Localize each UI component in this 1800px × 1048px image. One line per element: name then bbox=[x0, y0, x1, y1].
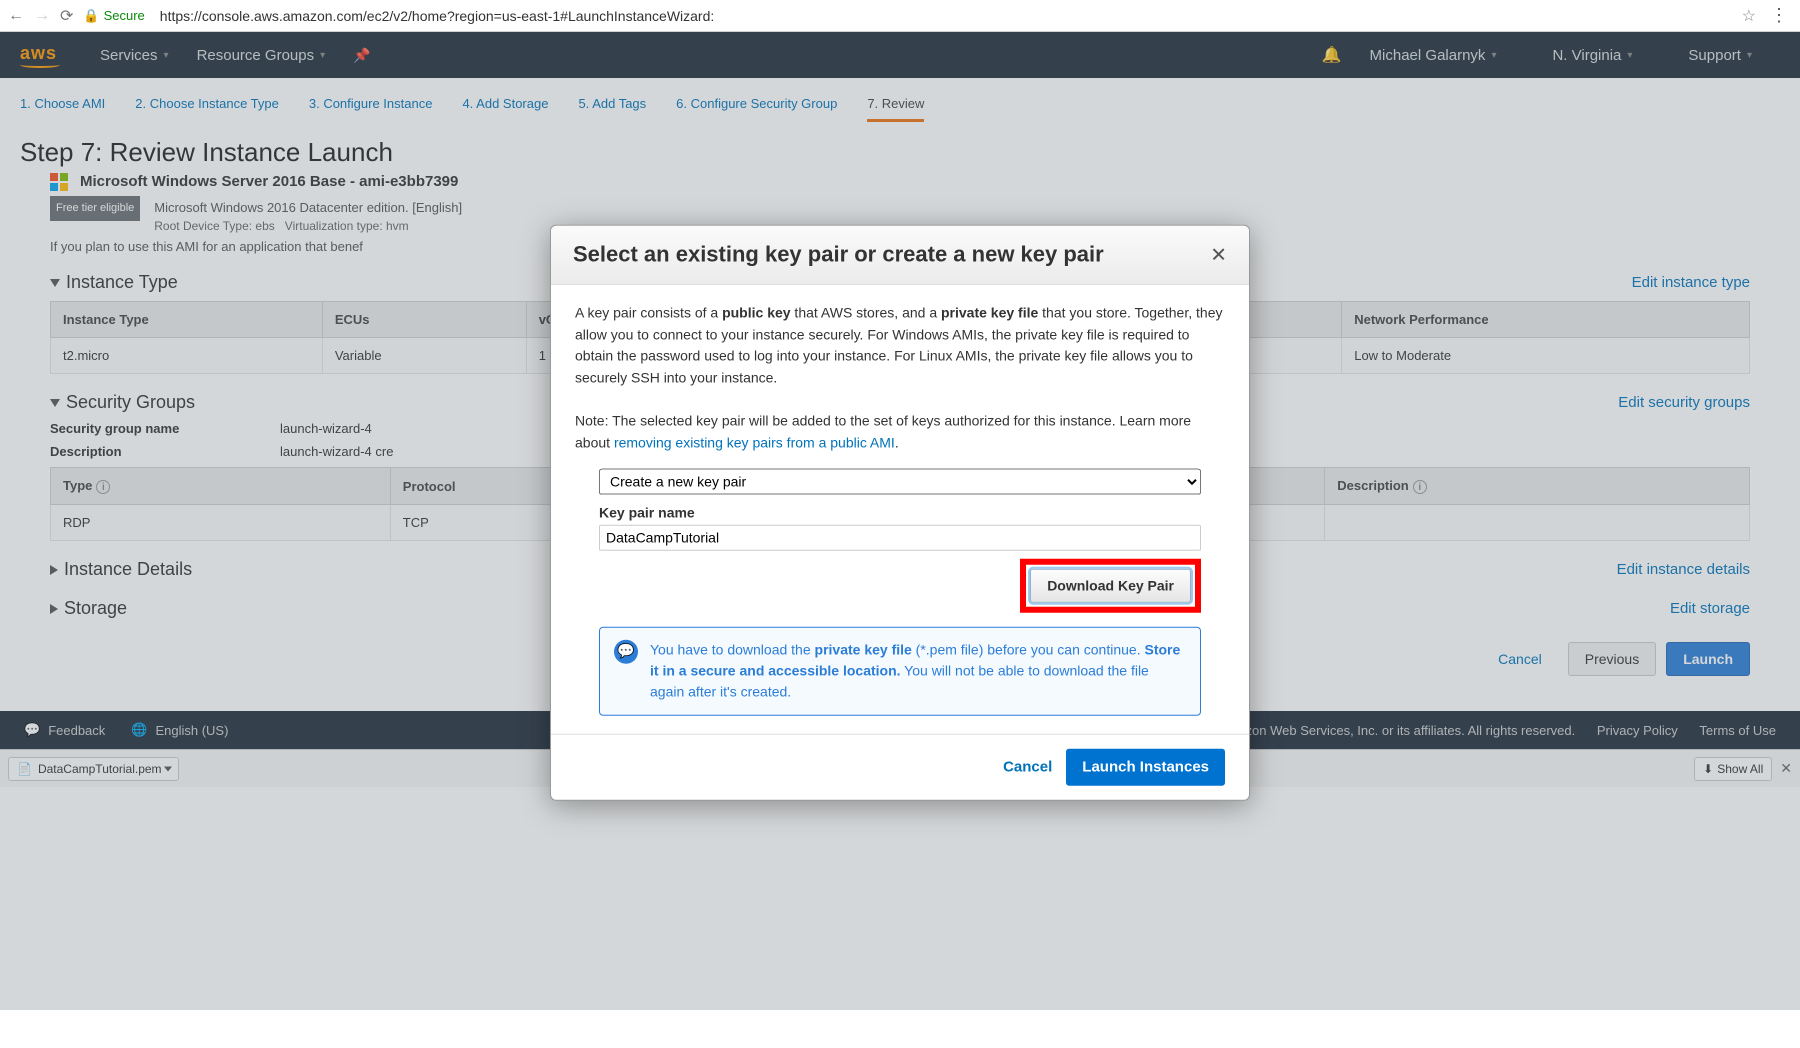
nav-services[interactable]: Services▾ bbox=[100, 47, 169, 64]
nav-resource-groups[interactable]: Resource Groups▾ bbox=[197, 47, 326, 64]
close-shelf-icon[interactable]: ✕ bbox=[1780, 760, 1792, 777]
free-tier-badge: Free tier eligible bbox=[50, 196, 140, 221]
aws-logo[interactable]: aws bbox=[20, 43, 60, 68]
edit-instance-details[interactable]: Edit instance details bbox=[1617, 561, 1750, 578]
browser-menu-icon[interactable]: ⋮ bbox=[1766, 5, 1792, 26]
modal-cancel-button[interactable]: Cancel bbox=[1003, 758, 1052, 775]
sg-name-label: Security group name bbox=[50, 421, 220, 436]
th-instance-type: Instance Type bbox=[51, 302, 323, 338]
reload-icon[interactable]: ⟳ bbox=[60, 6, 73, 26]
download-highlight: Download Key Pair bbox=[1020, 558, 1201, 612]
ami-title: Microsoft Windows Server 2016 Base - ami… bbox=[80, 173, 458, 190]
cancel-button[interactable]: Cancel bbox=[1482, 642, 1558, 676]
forward-icon[interactable]: → bbox=[34, 7, 50, 25]
th-type: Typei bbox=[51, 468, 391, 505]
aws-logo-text: aws bbox=[20, 43, 57, 63]
caret-down-icon: ▾ bbox=[1627, 50, 1632, 61]
section-instance-details[interactable]: Instance Details bbox=[50, 559, 192, 580]
feedback-icon[interactable]: 💬 bbox=[24, 722, 40, 738]
nav-user[interactable]: Michael Galarnyk▾ bbox=[1370, 47, 1497, 64]
secure-label: Secure bbox=[104, 8, 145, 23]
section-instance-type[interactable]: Instance Type bbox=[50, 272, 178, 293]
tab-choose-ami[interactable]: 1. Choose AMI bbox=[20, 88, 105, 122]
browser-toolbar: ← → ⟳ 🔒 Secure https://console.aws.amazo… bbox=[0, 0, 1800, 32]
privacy-link[interactable]: Privacy Policy bbox=[1597, 723, 1678, 738]
sg-desc-value: launch-wizard-4 cre bbox=[280, 444, 393, 459]
download-filename: DataCampTutorial.pem bbox=[38, 762, 162, 776]
tab-add-storage[interactable]: 4. Add Storage bbox=[462, 88, 548, 122]
aws-top-nav: aws Services▾ Resource Groups▾ 📌 🔔 Micha… bbox=[0, 32, 1800, 78]
collapse-icon bbox=[50, 399, 60, 407]
download-chip[interactable]: 📄 DataCampTutorial.pem bbox=[8, 757, 179, 781]
modal-paragraph-1: A key pair consists of a public key that… bbox=[575, 303, 1225, 390]
th-ecus: ECUs bbox=[322, 302, 526, 338]
download-keypair-button[interactable]: Download Key Pair bbox=[1030, 568, 1191, 602]
launch-button[interactable]: Launch bbox=[1666, 642, 1750, 676]
th-network: Network Performance bbox=[1342, 302, 1750, 338]
keypair-modal: Select an existing key pair or create a … bbox=[550, 225, 1250, 801]
lock-icon: 🔒 bbox=[83, 8, 99, 24]
globe-icon[interactable]: 🌐 bbox=[131, 722, 147, 738]
section-security-groups[interactable]: Security Groups bbox=[50, 392, 195, 413]
url-field[interactable]: https://console.aws.amazon.com/ec2/v2/ho… bbox=[155, 8, 1732, 24]
secure-indicator: 🔒 Secure bbox=[83, 8, 144, 24]
show-all-downloads[interactable]: ⬇Show All bbox=[1694, 757, 1772, 781]
expand-icon bbox=[50, 565, 58, 575]
tab-security-group[interactable]: 6. Configure Security Group bbox=[676, 88, 837, 122]
caret-down-icon: ▾ bbox=[164, 50, 169, 61]
windows-icon bbox=[50, 173, 68, 191]
step-heading: Step 7: Review Instance Launch bbox=[20, 137, 1780, 168]
previous-button[interactable]: Previous bbox=[1568, 642, 1656, 676]
file-icon: 📄 bbox=[17, 762, 32, 776]
feedback-link[interactable]: Feedback bbox=[48, 723, 105, 738]
modal-title: Select an existing key pair or create a … bbox=[573, 242, 1104, 268]
launch-instances-button[interactable]: Launch Instances bbox=[1066, 748, 1225, 785]
keypair-name-input[interactable] bbox=[599, 524, 1201, 550]
language-selector[interactable]: English (US) bbox=[155, 723, 228, 738]
section-storage[interactable]: Storage bbox=[50, 598, 127, 619]
edit-storage[interactable]: Edit storage bbox=[1670, 600, 1750, 617]
close-icon[interactable]: ✕ bbox=[1210, 242, 1227, 267]
ami-meta: Root Device Type: ebs Virtualization typ… bbox=[154, 219, 462, 233]
keypair-name-label: Key pair name bbox=[599, 503, 1201, 525]
tab-configure-instance[interactable]: 3. Configure Instance bbox=[309, 88, 433, 122]
back-icon[interactable]: ← bbox=[8, 7, 24, 25]
keypair-action-select[interactable]: Create a new key pair bbox=[599, 469, 1201, 495]
nav-region[interactable]: N. Virginia▾ bbox=[1552, 47, 1632, 64]
remove-keypairs-link[interactable]: removing existing key pairs from a publi… bbox=[614, 435, 895, 451]
terms-link[interactable]: Terms of Use bbox=[1699, 723, 1776, 738]
edit-security-groups[interactable]: Edit security groups bbox=[1618, 394, 1750, 411]
info-icon[interactable]: i bbox=[96, 480, 110, 494]
tab-instance-type[interactable]: 2. Choose Instance Type bbox=[135, 88, 279, 122]
tab-add-tags[interactable]: 5. Add Tags bbox=[578, 88, 646, 122]
th-description: Descriptioni bbox=[1325, 468, 1750, 505]
sg-desc-label: Description bbox=[50, 444, 220, 459]
edit-instance-type[interactable]: Edit instance type bbox=[1632, 274, 1750, 291]
nav-support[interactable]: Support▾ bbox=[1688, 47, 1752, 64]
info-banner: 💬 You have to download the private key f… bbox=[599, 626, 1201, 715]
bookmark-icon[interactable]: ☆ bbox=[1742, 6, 1756, 26]
sg-name-value: launch-wizard-4 bbox=[280, 421, 372, 436]
info-icon[interactable]: i bbox=[1413, 480, 1427, 494]
caret-down-icon: ▾ bbox=[1747, 50, 1752, 61]
bell-icon[interactable]: 🔔 bbox=[1322, 45, 1342, 65]
caret-down-icon: ▾ bbox=[320, 50, 325, 61]
info-icon: 💬 bbox=[614, 639, 638, 663]
tab-review[interactable]: 7. Review bbox=[867, 88, 924, 122]
caret-down-icon: ▾ bbox=[1491, 50, 1496, 61]
download-icon: ⬇ bbox=[1703, 762, 1713, 776]
collapse-icon bbox=[50, 279, 60, 287]
pin-icon[interactable]: 📌 bbox=[353, 47, 370, 64]
wizard-tabs: 1. Choose AMI 2. Choose Instance Type 3.… bbox=[0, 78, 1800, 122]
modal-paragraph-2: Note: The selected key pair will be adde… bbox=[575, 411, 1225, 454]
ami-description: Microsoft Windows 2016 Datacenter editio… bbox=[154, 200, 462, 215]
expand-icon bbox=[50, 604, 58, 614]
